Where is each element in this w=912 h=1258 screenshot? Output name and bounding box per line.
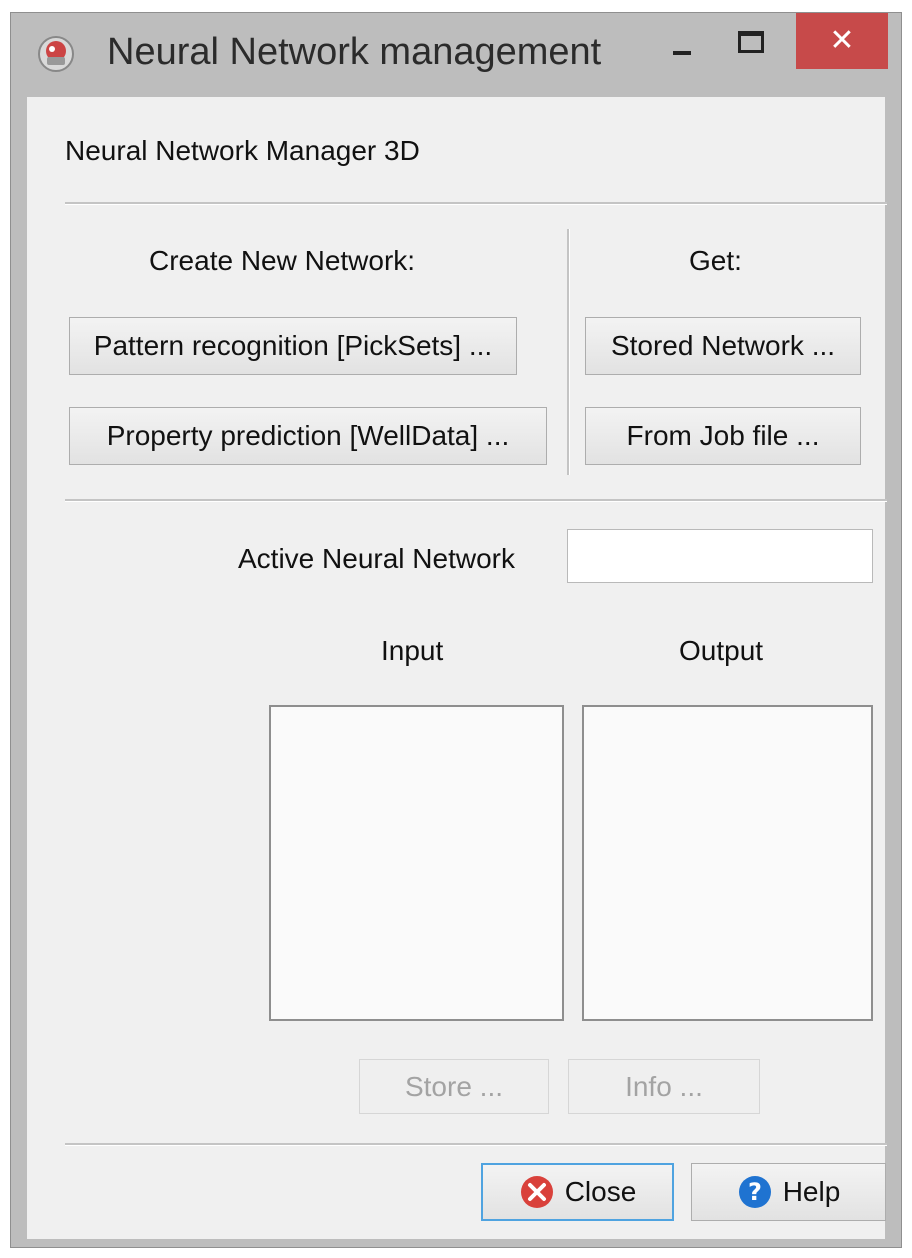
property-prediction-button[interactable]: Property prediction [WellData] ...	[69, 407, 547, 465]
svg-text:?: ?	[748, 1178, 762, 1206]
input-label: Input	[381, 635, 444, 666]
from-job-file-button[interactable]: From Job file ...	[585, 407, 861, 465]
info-button[interactable]: Info ...	[568, 1059, 760, 1114]
close-circle-icon	[520, 1176, 553, 1208]
active-network-label: Active Neural Network	[238, 543, 515, 574]
input-list[interactable]	[269, 705, 564, 1021]
dialog-body: Neural Network Manager 3D Create New Net…	[27, 97, 887, 1239]
store-button[interactable]: Store ...	[359, 1059, 549, 1114]
output-label: Output	[679, 635, 764, 666]
minimize-button[interactable]	[655, 13, 715, 69]
minimize-icon	[673, 51, 691, 55]
close-button-label: Close	[564, 1176, 637, 1207]
stored-network-button[interactable]: Stored Network ...	[585, 317, 861, 375]
help-icon: ?	[738, 1176, 771, 1208]
maximize-icon	[738, 31, 764, 53]
separator-top	[65, 202, 887, 205]
help-button-label: Help	[782, 1176, 841, 1207]
output-list[interactable]	[582, 705, 873, 1021]
pattern-recognition-button[interactable]: Pattern recognition [PickSets] ...	[69, 317, 517, 375]
neural-network-app-icon	[38, 36, 74, 72]
separator-bottom	[65, 1143, 887, 1146]
get-label: Get:	[689, 245, 742, 276]
close-icon: ✕	[829, 23, 855, 58]
help-button[interactable]: ? Help	[691, 1163, 886, 1221]
dialog-window: Neural Network management ✕ Neural Netwo…	[10, 12, 902, 1248]
close-button[interactable]: Close	[481, 1163, 674, 1221]
separator-middle	[65, 499, 887, 502]
separator-vertical	[567, 229, 570, 475]
create-new-network-label: Create New Network:	[149, 245, 416, 276]
dialog-header: Neural Network Manager 3D	[65, 135, 420, 166]
window-close-button[interactable]: ✕	[796, 13, 888, 69]
maximize-button[interactable]	[723, 13, 787, 69]
window-title: Neural Network management	[107, 31, 602, 73]
title-bar[interactable]: Neural Network management ✕	[11, 13, 901, 96]
active-network-field[interactable]	[567, 529, 873, 583]
